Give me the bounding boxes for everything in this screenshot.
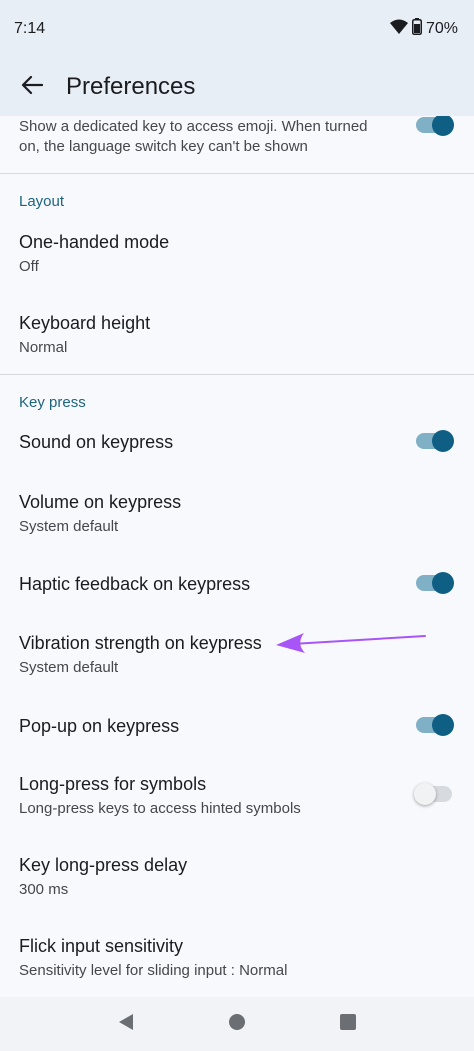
- emoji-key-switch[interactable]: [416, 116, 454, 138]
- back-button[interactable]: [0, 58, 64, 116]
- emoji-key-item[interactable]: Show a dedicated key to access emoji. Wh…: [0, 116, 474, 172]
- haptic-feedback-switch[interactable]: [416, 570, 454, 596]
- flick-sensitivity-value: Sensitivity level for sliding input : No…: [19, 962, 288, 979]
- keyboard-height-title: Keyboard height: [19, 313, 151, 333]
- preferences-list[interactable]: Show a dedicated key to access emoji. Wh…: [0, 116, 474, 997]
- emoji-key-subtitle-line1: Show a dedicated key to access emoji. Wh…: [19, 118, 368, 135]
- system-nav-bar: [0, 997, 474, 1051]
- volume-on-keypress-title: Volume on keypress: [19, 492, 182, 512]
- keyboard-height-value: Normal: [19, 339, 68, 356]
- flick-sensitivity-title: Flick input sensitivity: [19, 936, 184, 956]
- long-press-symbols-item[interactable]: Long-press for symbols Long-press keys t…: [0, 760, 474, 838]
- battery-percent: 70%: [425, 20, 458, 37]
- section-header-key-press: Key press: [19, 394, 86, 411]
- vibration-strength-value: System default: [19, 659, 119, 676]
- vibration-strength-item[interactable]: Vibration strength on keypress System de…: [0, 619, 474, 697]
- vibration-strength-title: Vibration strength on keypress: [19, 633, 262, 653]
- long-press-symbols-switch[interactable]: [414, 781, 452, 807]
- key-long-press-delay-item[interactable]: Key long-press delay 300 ms: [0, 841, 474, 919]
- divider: [0, 374, 474, 375]
- sound-on-keypress-item[interactable]: Sound on keypress: [0, 416, 474, 468]
- volume-on-keypress-item[interactable]: Volume on keypress System default: [0, 478, 474, 556]
- wifi-icon: [389, 19, 408, 40]
- status-icons: 70%: [389, 18, 458, 40]
- nav-home-icon: [228, 1013, 246, 1036]
- page-title: Preferences: [66, 73, 196, 100]
- key-long-press-delay-value: 300 ms: [19, 881, 69, 898]
- divider: [0, 173, 474, 174]
- one-handed-mode-item[interactable]: One-handed mode Off: [0, 218, 474, 296]
- nav-back-icon: [117, 1012, 135, 1037]
- nav-home-button[interactable]: [217, 1004, 257, 1044]
- sound-on-keypress-title: Sound on keypress: [19, 432, 174, 452]
- one-handed-mode-title: One-handed mode: [19, 232, 170, 252]
- app-bar: Preferences: [0, 58, 474, 116]
- key-long-press-delay-title: Key long-press delay: [19, 855, 188, 875]
- popup-on-keypress-switch[interactable]: [416, 712, 454, 738]
- flick-sensitivity-item[interactable]: Flick input sensitivity Sensitivity leve…: [0, 922, 474, 997]
- nav-back-button[interactable]: [106, 1004, 146, 1044]
- one-handed-mode-value: Off: [19, 258, 39, 275]
- long-press-symbols-subtitle: Long-press keys to access hinted symbols: [19, 800, 301, 817]
- volume-on-keypress-value: System default: [19, 518, 119, 535]
- battery-icon: [411, 18, 422, 40]
- status-bar: 7:14 70%: [0, 0, 474, 58]
- keyboard-height-item[interactable]: Keyboard height Normal: [0, 299, 474, 377]
- popup-on-keypress-title: Pop-up on keypress: [19, 716, 180, 736]
- arrow-back-icon: [21, 75, 44, 100]
- sound-on-keypress-switch[interactable]: [416, 428, 454, 454]
- status-time: 7:14: [14, 20, 46, 37]
- emoji-key-subtitle-line2: on, the language switch key can't be sho…: [19, 138, 308, 155]
- nav-recents-icon: [340, 1013, 357, 1035]
- popup-on-keypress-item[interactable]: Pop-up on keypress: [0, 700, 474, 752]
- haptic-feedback-item[interactable]: Haptic feedback on keypress: [0, 558, 474, 610]
- section-header-layout: Layout: [19, 193, 65, 210]
- long-press-symbols-title: Long-press for symbols: [19, 774, 207, 794]
- haptic-feedback-title: Haptic feedback on keypress: [19, 574, 251, 594]
- nav-recents-button[interactable]: [328, 1004, 368, 1044]
